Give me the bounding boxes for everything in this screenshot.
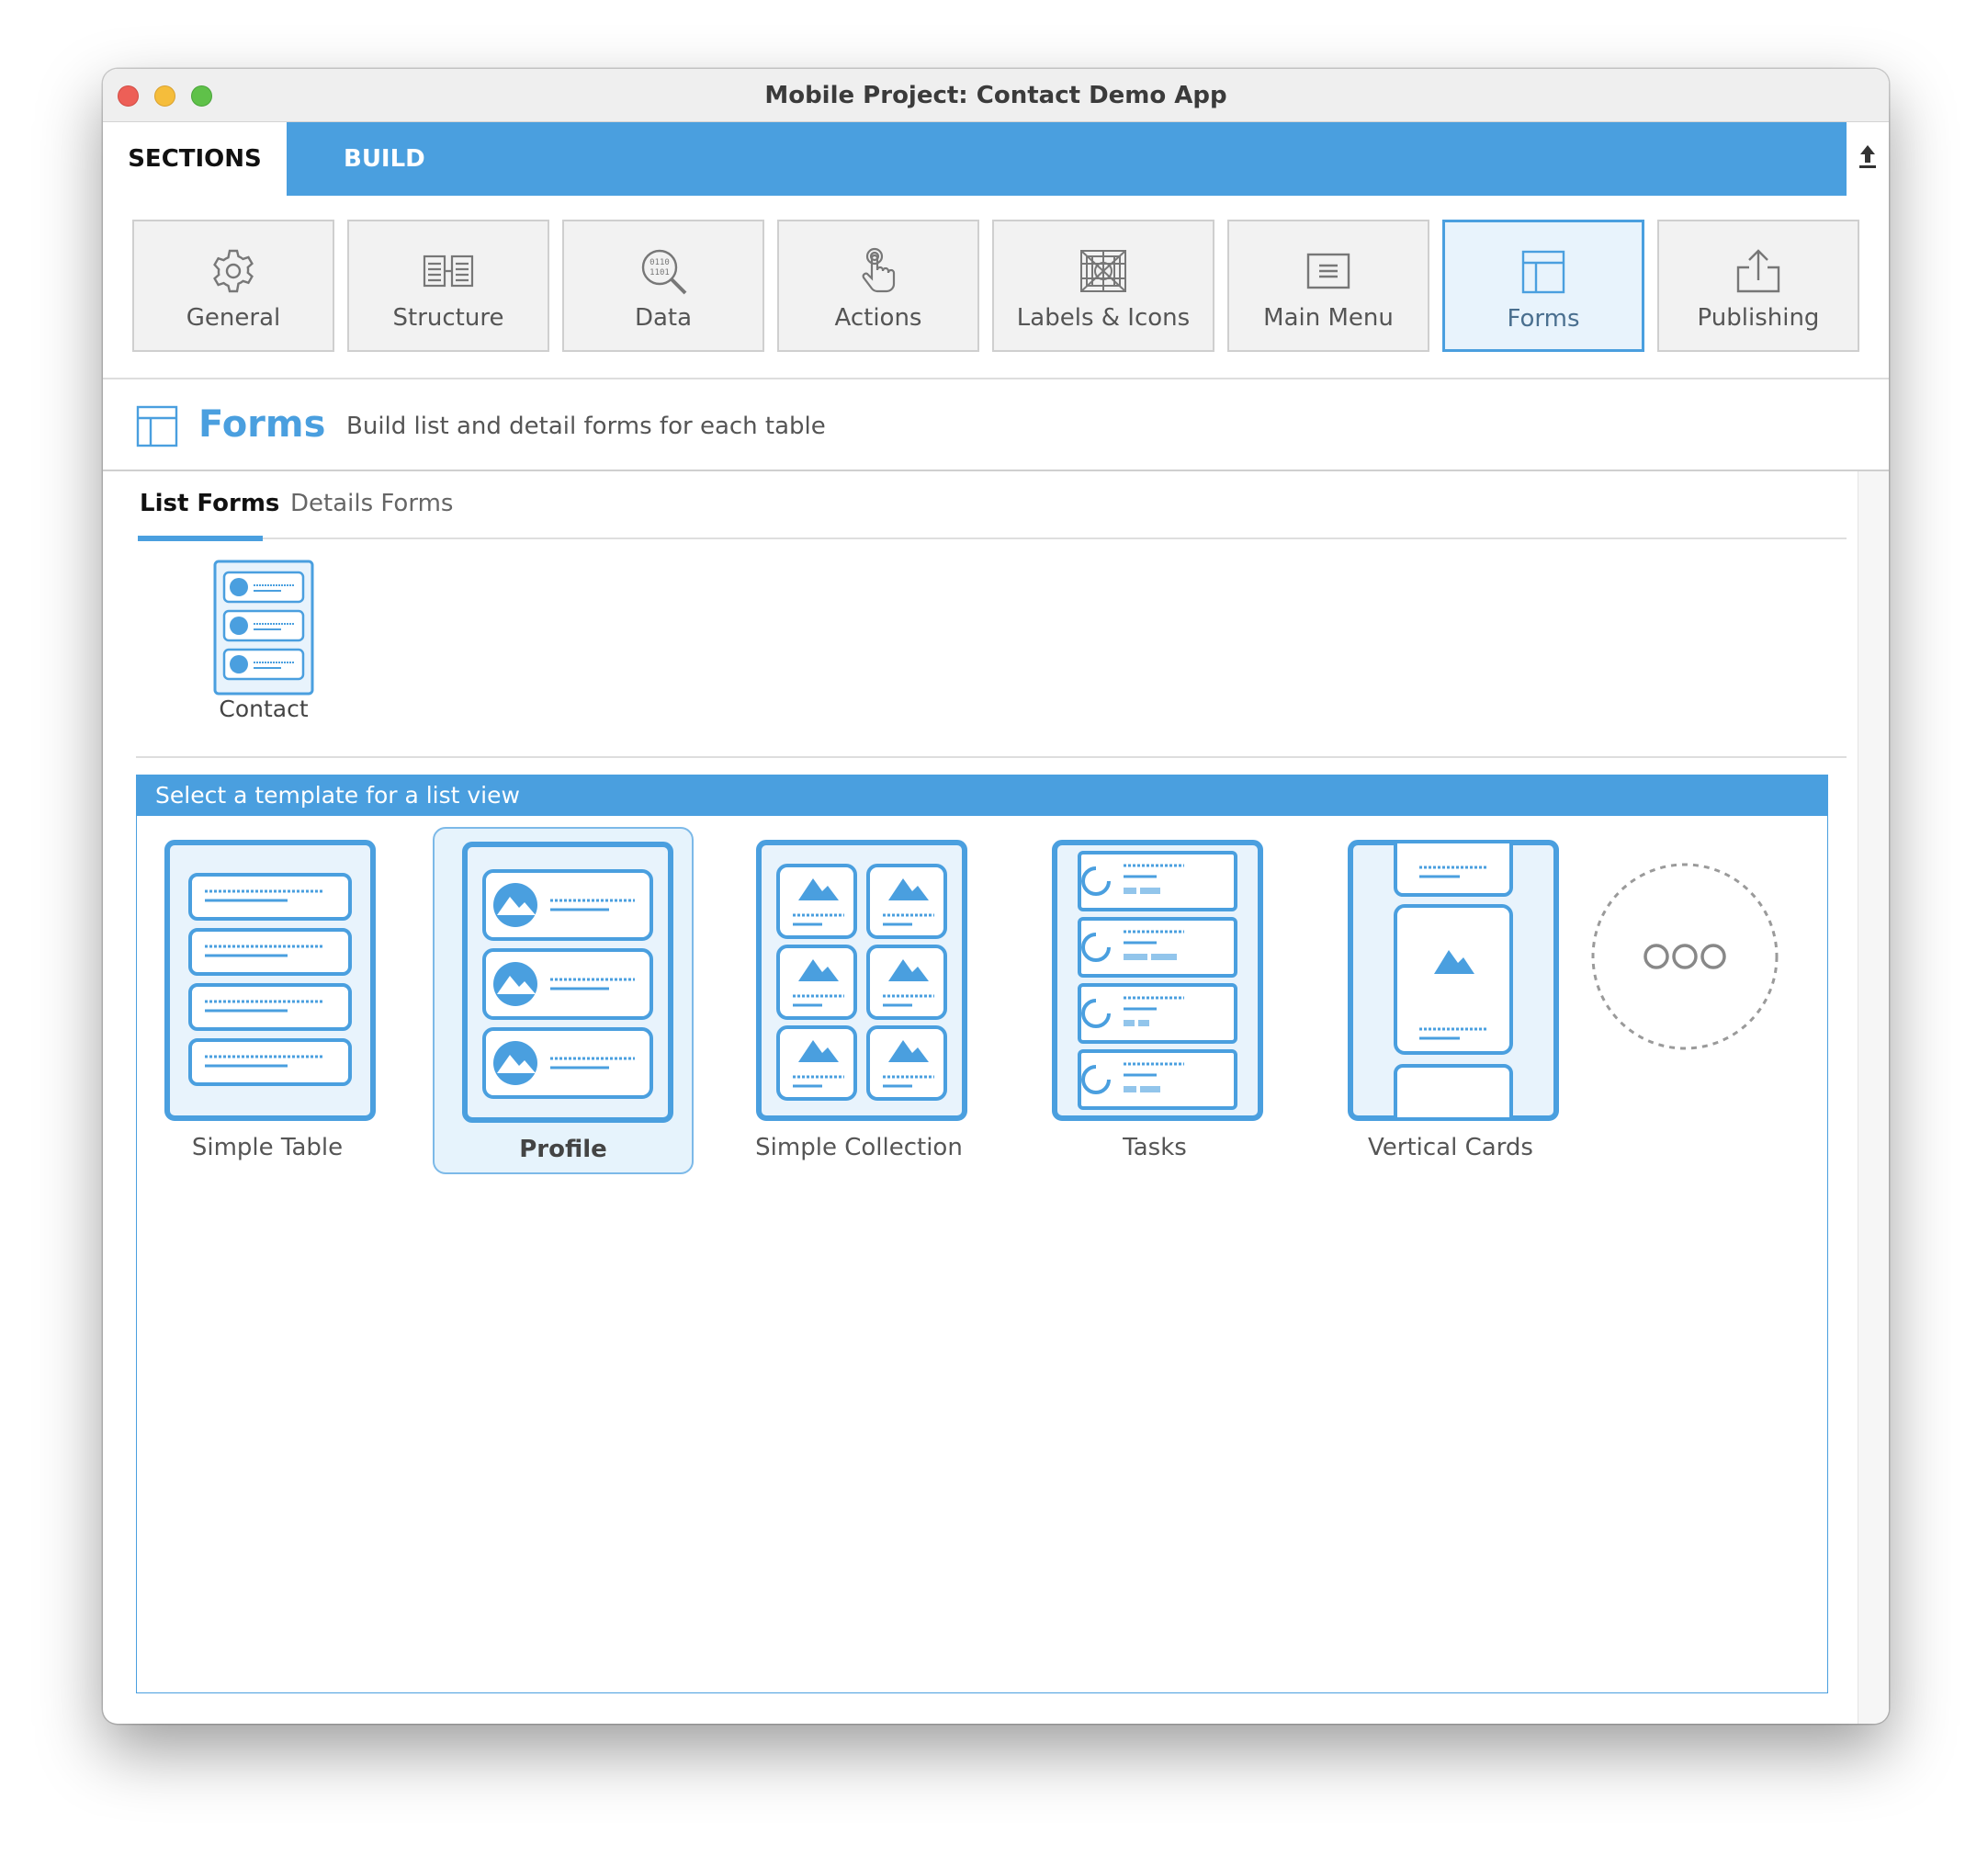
svg-text:0110: 0110 [649, 258, 670, 267]
section-labels-icons-button[interactable]: Labels & Icons [992, 220, 1214, 352]
table-item-contact[interactable]: Contact [186, 560, 342, 743]
publish-upload-icon [1736, 249, 1780, 293]
tasks-template-icon [1052, 840, 1263, 1121]
template-label: Simple Collection [755, 1134, 963, 1161]
profile-template-icon [462, 842, 673, 1123]
simple-table-template-icon [164, 840, 376, 1121]
tab-list-forms[interactable]: List Forms [140, 490, 279, 517]
forms-header-icon [136, 405, 178, 447]
page-title: Forms [198, 403, 326, 446]
section-structure-button[interactable]: Structure [347, 220, 549, 352]
section-actions-button[interactable]: Actions [777, 220, 979, 352]
page-description: Build list and detail forms for each tab… [346, 413, 826, 440]
simple-collection-template-icon [756, 840, 967, 1121]
data-search-icon: 0110 1101 [641, 249, 687, 295]
more-templates-button[interactable] [1590, 862, 1779, 1055]
section-label: Structure [392, 304, 504, 332]
section-data-button[interactable]: 0110 1101 Data [562, 220, 764, 352]
structure-icon [423, 255, 474, 288]
labels-icons-icon [1080, 250, 1126, 292]
template-simple-collection[interactable]: Simple Collection [729, 827, 989, 1174]
menu-icon [1306, 253, 1350, 289]
divider [136, 756, 1847, 758]
title-bar: Mobile Project: Contact Demo App [103, 69, 1889, 122]
section-label: Forms [1507, 305, 1580, 333]
section-label: Labels & Icons [1016, 304, 1191, 332]
upload-icon[interactable] [1854, 142, 1881, 175]
app-window: Mobile Project: Contact Demo App SECTION… [103, 69, 1889, 1724]
template-label: Vertical Cards [1368, 1134, 1533, 1161]
touch-hand-icon [862, 247, 896, 293]
forms-subtabs: List Forms Details Forms [138, 490, 1847, 554]
gear-icon [213, 249, 254, 293]
table-item-label: Contact [219, 696, 309, 722]
list-form-icon [213, 560, 314, 696]
main-tab-bar: SECTIONS BUILD [103, 122, 1889, 196]
template-panel: Select a template for a list view Simple… [136, 775, 1828, 1693]
template-label: Tasks [1123, 1134, 1187, 1161]
tab-details-forms[interactable]: Details Forms [290, 490, 453, 517]
section-main-menu-button[interactable]: Main Menu [1227, 220, 1429, 352]
window-title: Mobile Project: Contact Demo App [764, 82, 1227, 109]
template-label: Simple Table [191, 1134, 344, 1161]
divider [103, 470, 1889, 471]
section-forms-button[interactable]: Forms [1442, 220, 1644, 352]
active-tab-indicator [138, 536, 263, 541]
template-simple-table[interactable]: Simple Table [137, 827, 398, 1174]
section-label: General [186, 304, 281, 332]
forms-header: Forms Build list and detail forms for ea… [103, 379, 1889, 471]
tab-build[interactable]: BUILD [287, 122, 1847, 196]
section-general-button[interactable]: General [132, 220, 334, 352]
section-label: Publishing [1697, 304, 1820, 332]
section-label: Main Menu [1263, 304, 1394, 332]
section-toolbar: General Structure 0110 1101 Data Actions… [103, 196, 1889, 379]
more-templates-icon [1591, 863, 1779, 1050]
tab-sections[interactable]: SECTIONS [103, 122, 287, 196]
section-label: Actions [834, 304, 922, 332]
forms-icon [1521, 250, 1565, 294]
vertical-cards-template-icon [1348, 840, 1559, 1121]
template-panel-header: Select a template for a list view [137, 775, 1827, 816]
vertical-scrollbar[interactable] [1858, 471, 1889, 1724]
template-tasks[interactable]: Tasks [1024, 827, 1285, 1174]
section-publishing-button[interactable]: Publishing [1657, 220, 1859, 352]
section-label: Data [634, 304, 693, 332]
svg-text:1101: 1101 [649, 268, 670, 277]
template-profile[interactable]: Profile [433, 827, 694, 1174]
template-vertical-cards[interactable]: Vertical Cards [1320, 827, 1581, 1174]
subtab-divider [138, 538, 1847, 539]
template-label: Profile [519, 1136, 607, 1163]
